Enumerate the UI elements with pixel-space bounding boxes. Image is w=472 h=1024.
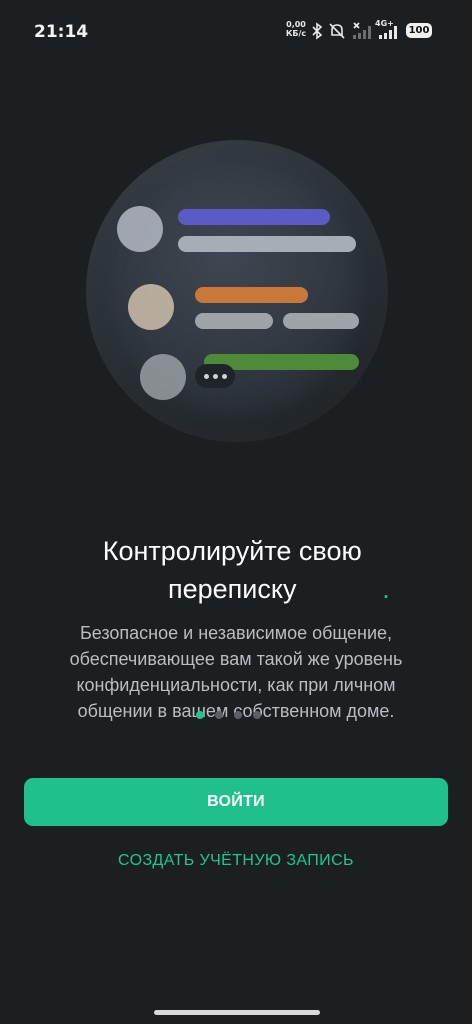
net-speed-unit: КБ/с	[285, 29, 307, 38]
page-dot-4[interactable]	[252, 711, 261, 719]
page-dot-1[interactable]	[195, 711, 204, 719]
message-bar-grey-1	[178, 236, 356, 252]
chat-illustration	[86, 140, 388, 442]
net-speed: 0,00 КБ/с	[284, 20, 308, 38]
onboarding-title: Контролируйте свою переписку.	[0, 532, 472, 608]
typing-indicator-icon	[195, 364, 235, 388]
onboarding-title-text: Контролируйте свою переписку	[102, 536, 362, 604]
signal-4g-icon	[379, 26, 397, 39]
status-time: 21:14	[34, 22, 89, 42]
signal-x-icon	[353, 22, 371, 39]
avatar-placeholder-3	[140, 354, 186, 400]
avatar-placeholder-2	[128, 284, 174, 330]
page-dot-2[interactable]	[214, 711, 223, 719]
login-button[interactable]: ВОЙТИ	[24, 778, 448, 826]
page-indicator	[0, 711, 464, 719]
bluetooth-icon	[312, 22, 323, 40]
mute-icon	[329, 23, 345, 39]
message-bar-purple	[178, 209, 330, 225]
status-bar: 21:14 0,00 КБ/с 4G+ 100	[0, 0, 472, 62]
message-bar-grey-2	[195, 313, 273, 329]
page-dot-3[interactable]	[233, 711, 242, 719]
net-speed-value: 0,00	[286, 20, 306, 29]
battery-indicator: 100	[406, 23, 432, 38]
message-bar-orange	[195, 287, 308, 303]
message-bar-grey-3	[283, 313, 359, 329]
onboarding-description: Безопасное и независимое общение, обеспе…	[69, 623, 403, 721]
avatar-placeholder-1	[117, 206, 163, 252]
onboarding-title-accent: .	[382, 574, 390, 604]
home-indicator[interactable]	[154, 1010, 320, 1015]
create-account-link[interactable]: СОЗДАТЬ УЧЁТНУЮ ЗАПИСЬ	[0, 852, 472, 870]
